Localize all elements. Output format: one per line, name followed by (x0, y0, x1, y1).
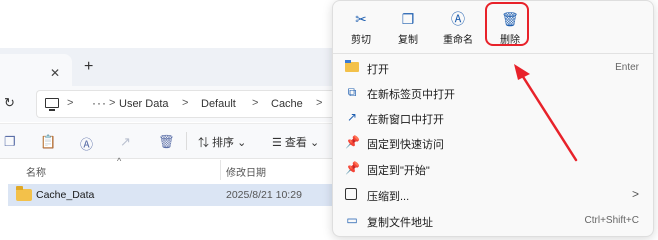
annotation-arrow-icon (514, 64, 578, 162)
